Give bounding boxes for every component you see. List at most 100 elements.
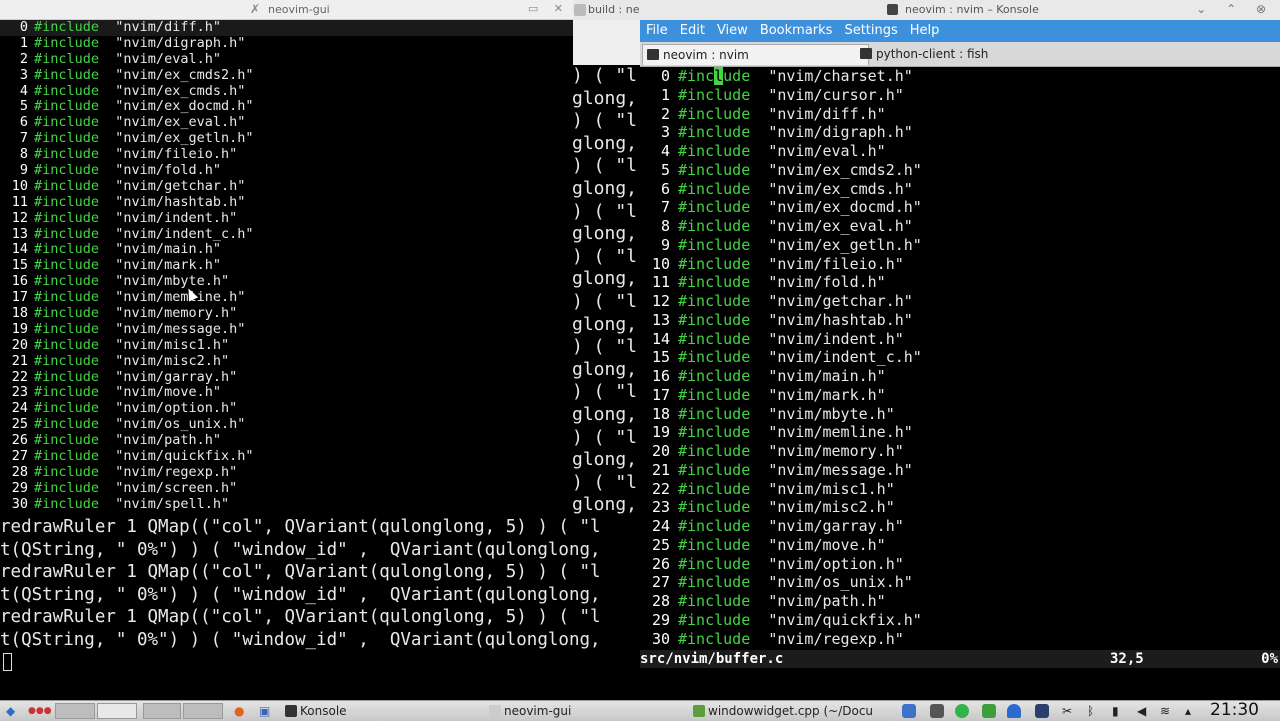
code-line: 25 #include "nvim/move.h" [640,536,1280,555]
code-line: 13 #include "nvim/indent_c.h" [0,225,573,243]
code-keyword: #include [678,85,751,104]
menu-item-file[interactable]: File [646,20,668,42]
code-string: "nvim/move.h" [115,384,221,401]
code-keyword: #include [678,123,751,142]
code-string: "nvim/ex_cmds2.h" [115,66,254,83]
desktop-pager-3[interactable] [143,703,181,719]
konsole-icon [285,705,297,717]
line-number: 29 [11,479,28,496]
line-number: 28 [11,463,28,480]
tab-python-client-fish[interactable]: python-client : fish [856,44,1086,64]
code-line: 0 #include "nvim/diff.h" [0,20,573,36]
network-icon[interactable] [902,704,916,718]
code-line: 10 #include "nvim/fileio.h" [640,255,1280,274]
code-line: 9 #include "nvim/ex_getln.h" [640,236,1280,255]
menu-item-bookmarks[interactable]: Bookmarks [760,20,833,42]
bluetooth-icon[interactable]: ᛒ [1087,703,1094,719]
task-neovim-gui[interactable]: neovim-gui [486,702,704,720]
code-line: 11 #include "nvim/fold.h" [640,273,1280,292]
code-keyword: #include [678,535,751,554]
code-string: "nvim/fold.h" [115,162,221,179]
code-string: "nvim/ex_getln.h" [768,235,922,254]
background-terminal-output: redrawRuler 1 QMap(("col", QVariant(qulo… [0,516,640,656]
code-string: "nvim/option.h" [115,400,238,417]
build-window-title[interactable]: build : neov [572,0,642,20]
code-line: 15 #include "nvim/indent_c.h" [640,348,1280,367]
location-icon[interactable] [1007,704,1021,718]
code-keyword: #include [34,82,100,99]
code-keyword: #include [34,432,100,449]
text-cursor: l [714,67,724,85]
terminal-tray-icon[interactable] [982,704,996,718]
code-line: 7 #include "nvim/ex_getln.h" [0,130,573,147]
neovim-gui-window[interactable]: ✗ neovim-gui ▭ ✕ 0 #include "nvim/diff.h"… [0,0,573,516]
tools-icon[interactable]: ✂ [1062,703,1072,719]
code-line: 22 #include "nvim/misc1.h" [640,480,1280,499]
window-controls[interactable]: ⌄ ⌃ ⊗ [1196,2,1274,16]
code-keyword: #include [678,235,751,254]
code-keyword: #include [34,463,100,480]
status-green-icon[interactable] [955,704,969,718]
code-string: "nvim/memline.h" [115,289,246,306]
konsole-window[interactable]: neovim : nvim – Konsole ⌄ ⌃ ⊗ File Edit Vi… [640,0,1280,700]
menu-item-settings[interactable]: Settings [844,20,897,42]
file-manager-icon[interactable]: ▣ [259,703,270,719]
task-konsole[interactable]: Konsole [282,702,500,720]
code-string: "nvim/misc1.h" [115,336,230,353]
code-string: "nvim/indent_c.h" [115,225,254,242]
neovim-gui-editor[interactable]: 0 #include "nvim/diff.h" 1 #include "nvim/d… [0,20,573,516]
code-keyword: #include [34,257,100,274]
code-keyword: #include [34,241,100,258]
volume-icon[interactable]: ◀ [1137,703,1146,719]
konsole-app-icon [887,4,898,15]
code-keyword: #include [34,162,100,179]
code-keyword: #include [34,289,100,306]
code-string: "nvim/ex_cmds2.h" [768,160,922,179]
activities-icon[interactable]: ●●● [28,703,52,719]
line-number: 3 [19,66,28,83]
wifi-icon[interactable]: ≋ [1160,703,1170,719]
line-number: 12 [11,209,28,226]
neovim-gui-titlebar[interactable]: ✗ neovim-gui ▭ ✕ [0,0,573,20]
cloud-icon[interactable] [1035,704,1049,718]
line-number: 18 [651,404,670,423]
code-keyword: #include [34,416,100,433]
code-line: 28 #include "nvim/regexp.h" [0,463,573,481]
desktop-pager-4[interactable] [183,703,223,719]
menu-item-view[interactable]: View [717,20,748,42]
desktop-pager-1[interactable] [55,703,95,719]
desktop-pager-2[interactable] [97,703,137,719]
tray-expand-icon[interactable]: ▴ [1185,703,1191,719]
code-string: "nvim/memline.h" [768,423,913,442]
code-string: "nvim/mbyte.h" [768,404,895,423]
kde-launcher-icon[interactable]: ◆ [6,703,15,719]
code-keyword: #include [34,34,100,51]
line-number: 24 [11,400,28,417]
menu-item-edit[interactable]: Edit [680,20,705,42]
line-number: 30 [651,629,670,648]
code-string: "nvim/move.h" [768,535,886,554]
code-keyword: #include [34,495,100,512]
firefox-icon[interactable]: ● [234,703,244,719]
status-cursor-position: 32,5 [1110,651,1144,667]
line-number: 14 [11,241,28,258]
battery-icon[interactable]: ▮ [1112,703,1119,719]
code-line: 6 #include "nvim/ex_cmds.h" [640,180,1280,199]
code-string: "nvim/message.h" [115,320,246,337]
menu-item-help[interactable]: Help [910,20,940,42]
konsole-titlebar[interactable]: neovim : nvim – Konsole ⌄ ⌃ ⊗ [640,0,1280,20]
code-string: "nvim/getchar.h" [115,177,246,194]
line-number: 0 [19,20,28,35]
window-controls[interactable]: ▭ ✕ [528,2,569,15]
clock[interactable]: 21:30 [1210,700,1259,720]
task-windowwidget[interactable]: windowwidget.cpp (~/Docu [690,702,910,720]
tab-neovim-nvim[interactable]: neovim : nvim [642,44,869,65]
display-icon[interactable] [930,704,944,718]
code-line: 26 #include "nvim/path.h" [0,432,573,449]
line-number: 7 [660,198,670,217]
code-keyword: #include [34,352,100,369]
nvim-editor-buffer[interactable]: 0 #include "nvim/charset.h" 1 #include "nv… [640,67,1280,650]
nvim-statusline: src/nvim/buffer.c 32,5 0% [640,650,1280,668]
line-number: 26 [11,432,28,449]
code-string: "nvim/regexp.h" [115,463,238,480]
